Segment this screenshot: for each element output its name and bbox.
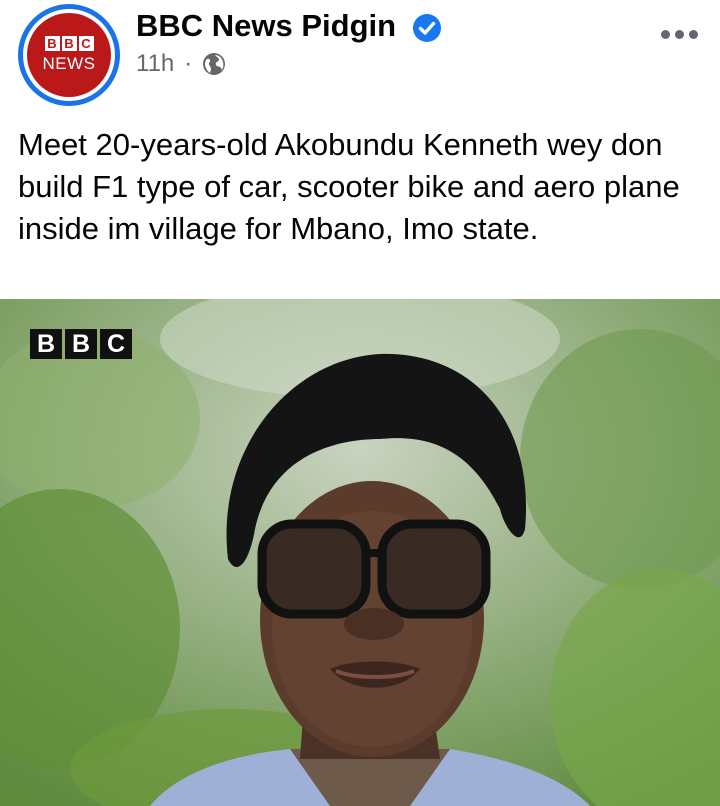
more-dot <box>661 30 670 39</box>
logo-letter-b2: B <box>61 36 77 51</box>
more-options-icon[interactable] <box>661 30 698 39</box>
page-name-link[interactable]: BBC News Pidgin <box>136 8 396 44</box>
post-meta: 11h · <box>136 50 226 78</box>
watermark-letter-b2: B <box>65 329 97 359</box>
logo-news-word: NEWS <box>42 54 96 73</box>
meta-separator: · <box>184 50 193 77</box>
more-dot <box>675 30 684 39</box>
bbc-news-logo: B B C NEWS <box>27 13 111 97</box>
verified-badge-icon <box>413 14 441 42</box>
post-caption: Meet 20-years-old Akobundu Kenneth wey d… <box>18 127 680 246</box>
page-avatar[interactable]: B B C NEWS <box>18 4 120 106</box>
post-timestamp[interactable]: 11h <box>136 50 174 78</box>
video-frame-illustration <box>0 299 720 806</box>
logo-letter-b1: B <box>44 36 60 51</box>
bbc-watermark: B B C <box>30 329 132 359</box>
watermark-letter-c: C <box>100 329 132 359</box>
post-video-thumbnail[interactable]: B B C <box>0 299 720 806</box>
more-dot <box>689 30 698 39</box>
globe-icon[interactable] <box>202 52 226 76</box>
watermark-letter-b1: B <box>30 329 62 359</box>
logo-letter-c: C <box>78 36 94 51</box>
